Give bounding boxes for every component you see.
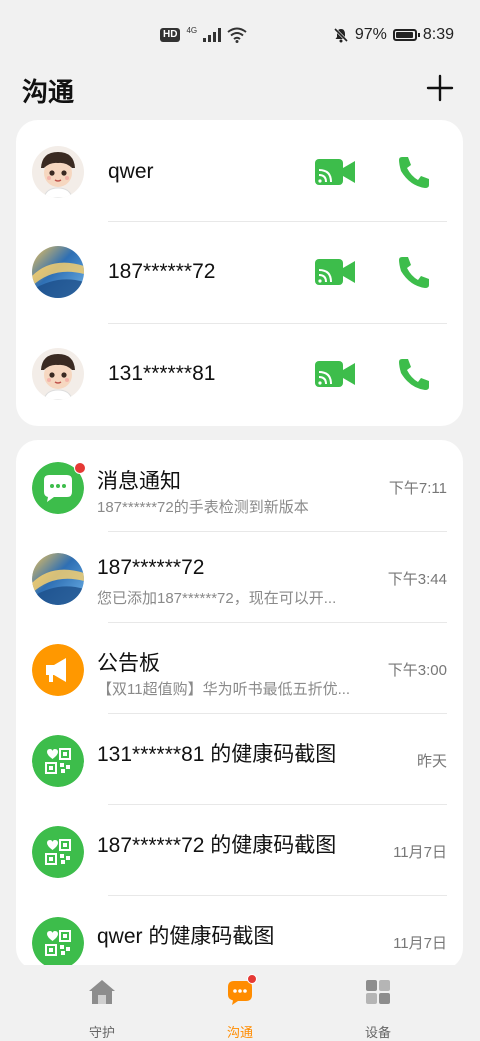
message-time: 下午7:11 bbox=[388, 480, 447, 497]
status-center: HD 4G bbox=[160, 24, 247, 46]
tab-label: 守护 bbox=[88, 1025, 115, 1040]
avatar bbox=[32, 553, 84, 605]
tab-communicate[interactable]: 沟通 bbox=[200, 974, 280, 1041]
phone-call-icon[interactable] bbox=[396, 254, 434, 290]
page-title: 沟通 bbox=[22, 77, 75, 107]
message-time: 11月7日 bbox=[393, 935, 447, 952]
hd-icon: HD bbox=[160, 28, 181, 42]
message-row[interactable]: 131******81 的健康码截图 昨天 bbox=[16, 713, 463, 803]
network-type: 4G bbox=[186, 25, 198, 35]
megaphone-icon bbox=[32, 644, 84, 696]
bottom-nav: 守护 沟通 设备 bbox=[0, 965, 480, 1040]
tab-device[interactable]: 设备 bbox=[338, 977, 418, 1041]
battery-icon bbox=[392, 29, 420, 41]
message-title: qwer 的健康码截图 bbox=[97, 925, 275, 948]
message-time: 下午3:44 bbox=[387, 571, 447, 588]
avatar bbox=[32, 348, 84, 400]
contact-name: qwer bbox=[108, 160, 154, 183]
message-title: 131******81 的健康码截图 bbox=[97, 743, 337, 766]
health-code-icon bbox=[32, 917, 84, 969]
contacts-card: qwer 187******72 131******81 bbox=[16, 120, 463, 426]
phone-call-icon[interactable] bbox=[396, 356, 434, 392]
health-code-icon bbox=[32, 735, 84, 787]
message-row[interactable]: 187******72 的健康码截图 11月7日 bbox=[16, 804, 463, 894]
avatar bbox=[32, 146, 84, 198]
tab-label: 设备 bbox=[364, 1025, 391, 1040]
health-code-icon bbox=[32, 826, 84, 878]
phone-call-icon[interactable] bbox=[396, 154, 434, 190]
clock: 8:39 bbox=[422, 26, 454, 43]
tab-label: 沟通 bbox=[226, 1025, 253, 1040]
tab-guard[interactable]: 守护 bbox=[62, 977, 142, 1041]
video-call-icon[interactable] bbox=[314, 360, 356, 388]
status-bar: HD 4G 97% 8:39 bbox=[0, 0, 480, 70]
contact-name: 131******81 bbox=[108, 362, 216, 385]
messages-card: 消息通知 187******72的手表检测到新版本 下午7:11 187****… bbox=[16, 440, 463, 970]
message-subtitle: 【双11超值购】华为听书最低五折优... bbox=[97, 681, 351, 698]
avatar bbox=[32, 246, 84, 298]
contact-name: 187******72 bbox=[108, 260, 216, 283]
message-title: 公告板 bbox=[97, 652, 160, 675]
contact-row[interactable]: qwer bbox=[16, 122, 463, 222]
home-icon bbox=[89, 980, 115, 1004]
signal-icon bbox=[203, 28, 222, 42]
message-subtitle: 您已添加187******72，现在可以开... bbox=[97, 590, 337, 607]
status-right: 97% 8:39 bbox=[333, 24, 454, 46]
message-title: 187******72 bbox=[97, 556, 205, 579]
video-call-icon[interactable] bbox=[314, 158, 356, 186]
bell-mute-icon bbox=[333, 27, 348, 43]
contact-row[interactable]: 187******72 bbox=[16, 222, 463, 322]
message-row[interactable]: 公告板 【双11超值购】华为听书最低五折优... 下午3:00 bbox=[16, 622, 463, 712]
unread-badge bbox=[247, 974, 257, 984]
video-call-icon[interactable] bbox=[314, 258, 356, 286]
message-time: 11月7日 bbox=[393, 844, 447, 861]
message-row[interactable]: 187******72 您已添加187******72，现在可以开... 下午3… bbox=[16, 531, 463, 621]
message-row[interactable]: qwer 的健康码截图 11月7日 bbox=[16, 895, 463, 970]
message-time: 下午3:00 bbox=[387, 662, 447, 679]
message-title: 187******72 的健康码截图 bbox=[97, 834, 337, 857]
battery-fill bbox=[395, 32, 414, 38]
grid-icon bbox=[366, 980, 390, 1004]
contact-row[interactable]: 131******81 bbox=[16, 324, 463, 424]
message-title: 消息通知 bbox=[97, 470, 181, 493]
message-time: 昨天 bbox=[416, 753, 447, 770]
message-row[interactable]: 消息通知 187******72的手表检测到新版本 下午7:11 bbox=[16, 440, 463, 530]
battery-percent: 97% bbox=[354, 26, 387, 43]
message-subtitle: 187******72的手表检测到新版本 bbox=[97, 499, 309, 516]
wifi-icon bbox=[227, 27, 247, 43]
unread-badge bbox=[74, 462, 86, 474]
add-button[interactable] bbox=[426, 74, 454, 102]
